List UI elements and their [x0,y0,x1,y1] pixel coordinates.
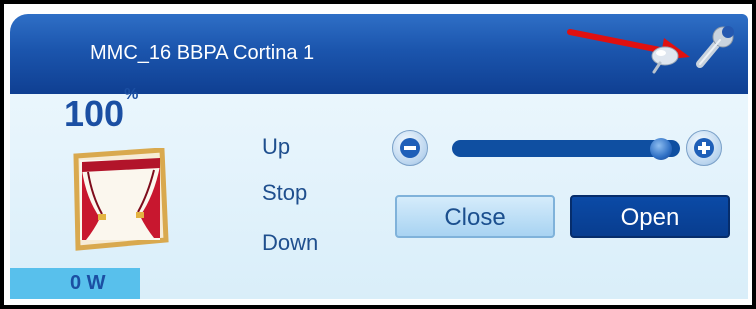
close-button[interactable]: Close [395,195,555,238]
level-percent: 100% [64,86,138,135]
increase-button[interactable] [686,130,722,166]
level-slider[interactable] [452,137,680,160]
pin-icon[interactable] [648,44,682,74]
plus-icon [694,138,714,158]
open-button[interactable]: Open [570,195,730,238]
down-command[interactable]: Down [262,230,318,256]
decrease-button[interactable] [392,130,428,166]
minus-icon [400,138,420,158]
curtain-icon [73,148,169,251]
level-unit: % [124,86,139,103]
stop-command[interactable]: Stop [262,180,307,206]
slider-thumb[interactable] [649,137,672,160]
level-value: 100 [64,93,125,134]
power-reading: 0 W [70,272,106,294]
up-command[interactable]: Up [262,134,290,160]
wrench-icon[interactable] [690,26,736,72]
window-title: MMC_16 BBPA Cortina 1 [90,42,315,64]
